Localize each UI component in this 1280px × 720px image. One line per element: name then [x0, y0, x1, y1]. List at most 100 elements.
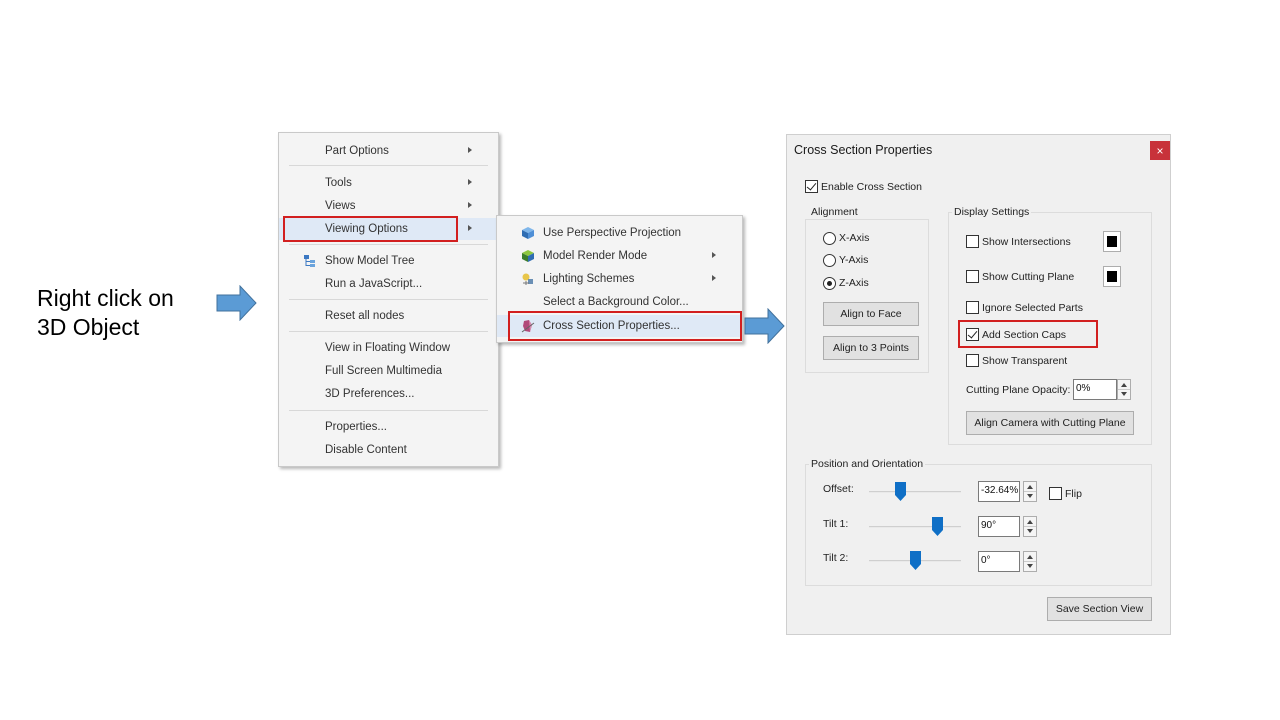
offset-spinner[interactable]: [1023, 481, 1037, 502]
show-intersections-checkbox[interactable]: [966, 235, 979, 248]
tilt1-label: Tilt 1:: [823, 518, 849, 530]
tilt2-slider-thumb[interactable]: [909, 551, 921, 570]
ignore-selected-parts-checkbox[interactable]: [966, 301, 979, 314]
tilt2-input[interactable]: 0°: [978, 551, 1020, 572]
alignment-group-title: Alignment: [809, 206, 860, 218]
submenu-arrow-icon: [468, 225, 472, 231]
show-intersections-label: Show Intersections: [982, 236, 1071, 248]
menu-item-label: 3D Preferences...: [325, 388, 415, 400]
show-cutting-plane-checkbox[interactable]: [966, 270, 979, 283]
menu-item-label: View in Floating Window: [325, 342, 451, 354]
opacity-input[interactable]: 0%: [1073, 379, 1117, 400]
menu-item-tools[interactable]: Tools: [279, 172, 498, 194]
menu-item-properties[interactable]: Properties...: [279, 416, 498, 438]
model-tree-icon: [304, 255, 315, 267]
right-arrow-icon: [216, 285, 257, 321]
show-transparent-label: Show Transparent: [982, 355, 1068, 367]
menu-item-3d-preferences[interactable]: 3D Preferences...: [279, 383, 498, 405]
x-axis-radio[interactable]: [823, 232, 836, 245]
submenu-arrow-icon: [468, 147, 472, 153]
menu-item-label: Run a JavaScript...: [325, 278, 423, 290]
menu-item-label: Properties...: [325, 421, 387, 433]
menu-separator: [289, 165, 488, 166]
intersections-color-button[interactable]: [1103, 231, 1121, 252]
menu-item-run-javascript[interactable]: Run a JavaScript...: [279, 273, 498, 295]
cutting-plane-color-button[interactable]: [1103, 266, 1121, 287]
spin-down-icon: [1027, 529, 1033, 533]
spinner-divider: [1024, 491, 1036, 492]
cross-section-dialog: Cross Section Properties × Enable Cross …: [786, 134, 1171, 635]
submenu-arrow-icon: [712, 252, 716, 258]
menu-item-show-model-tree[interactable]: Show Model Tree: [279, 250, 498, 272]
close-button[interactable]: ×: [1150, 141, 1170, 160]
tilt2-spinner[interactable]: [1023, 551, 1037, 572]
y-axis-radio[interactable]: [823, 254, 836, 267]
menu-separator: [289, 331, 488, 332]
menu-item-view-floating-window[interactable]: View in Floating Window: [279, 337, 498, 359]
menu-item-label: Model Render Mode: [543, 250, 648, 262]
tilt2-label: Tilt 2:: [823, 552, 849, 564]
offset-label: Offset:: [823, 483, 854, 495]
menu-item-label: Reset all nodes: [325, 310, 405, 322]
spinner-divider: [1024, 526, 1036, 527]
opacity-spinner[interactable]: [1117, 379, 1131, 400]
x-axis-label: X-Axis: [839, 232, 870, 244]
spin-up-icon: [1027, 520, 1033, 524]
menu-item-part-options[interactable]: Part Options: [279, 140, 498, 162]
align-to-face-button[interactable]: Align to Face: [823, 302, 919, 326]
menu-item-background-color[interactable]: Select a Background Color...: [497, 291, 742, 313]
enable-cross-section-checkbox[interactable]: [805, 180, 818, 193]
show-cutting-plane-label: Show Cutting Plane: [982, 271, 1075, 283]
position-orientation-title: Position and Orientation: [809, 458, 926, 470]
right-arrow-icon: [744, 308, 785, 344]
menu-item-label: Select a Background Color...: [543, 296, 689, 308]
menu-item-model-render-mode[interactable]: Model Render Mode: [497, 245, 742, 267]
caption-line-1: Right click on: [37, 285, 174, 311]
menu-item-disable-content[interactable]: Disable Content: [279, 439, 498, 461]
z-axis-radio[interactable]: [823, 277, 836, 290]
spin-up-icon: [1121, 383, 1127, 387]
opacity-label: Cutting Plane Opacity:: [966, 384, 1071, 396]
flip-checkbox[interactable]: [1049, 487, 1062, 500]
z-axis-label: Z-Axis: [839, 277, 869, 289]
tilt1-slider-thumb[interactable]: [931, 517, 943, 536]
tilt1-input[interactable]: 90°: [978, 516, 1020, 537]
offset-slider-thumb[interactable]: [894, 482, 906, 501]
menu-separator: [289, 244, 488, 245]
menu-item-reset-all-nodes[interactable]: Reset all nodes: [279, 305, 498, 327]
submenu-arrow-icon: [468, 179, 472, 185]
spin-up-icon: [1027, 485, 1033, 489]
menu-item-label: Full Screen Multimedia: [325, 365, 442, 377]
align-to-3-points-button[interactable]: Align to 3 Points: [823, 336, 919, 360]
enable-cross-section-label: Enable Cross Section: [821, 181, 922, 193]
show-transparent-checkbox[interactable]: [966, 354, 979, 367]
tilt1-slider-track[interactable]: [869, 526, 961, 528]
caption-line-2: 3D Object: [37, 314, 140, 340]
lighting-icon: [522, 273, 533, 285]
menu-item-use-perspective[interactable]: Use Perspective Projection: [497, 222, 742, 244]
spin-down-icon: [1027, 564, 1033, 568]
submenu-arrow-icon: [468, 202, 472, 208]
y-axis-label: Y-Axis: [839, 254, 869, 266]
render-mode-icon: [522, 250, 534, 262]
menu-item-label: Views: [325, 200, 356, 212]
submenu-arrow-icon: [712, 275, 716, 281]
menu-item-views[interactable]: Views: [279, 195, 498, 217]
save-section-view-button[interactable]: Save Section View: [1047, 597, 1152, 621]
tilt1-spinner[interactable]: [1023, 516, 1037, 537]
ignore-selected-parts-label: Ignore Selected Parts: [982, 302, 1083, 314]
perspective-cube-icon: [522, 227, 534, 239]
menu-separator: [289, 410, 488, 411]
menu-separator: [289, 299, 488, 300]
menu-item-full-screen-multimedia[interactable]: Full Screen Multimedia: [279, 360, 498, 382]
spin-down-icon: [1121, 392, 1127, 396]
context-menu: Part Options Tools Views Viewing Options…: [278, 132, 499, 467]
section-caps-highlight-box: [958, 320, 1098, 348]
menu-item-label: Tools: [325, 177, 352, 189]
offset-input[interactable]: -32.64%: [978, 481, 1020, 502]
spinner-divider: [1118, 389, 1130, 390]
menu-item-lighting-schemes[interactable]: Lighting Schemes: [497, 268, 742, 290]
offset-slider-track[interactable]: [869, 491, 961, 493]
viewing-options-highlight-box: [283, 216, 458, 242]
align-camera-button[interactable]: Align Camera with Cutting Plane: [966, 411, 1134, 435]
